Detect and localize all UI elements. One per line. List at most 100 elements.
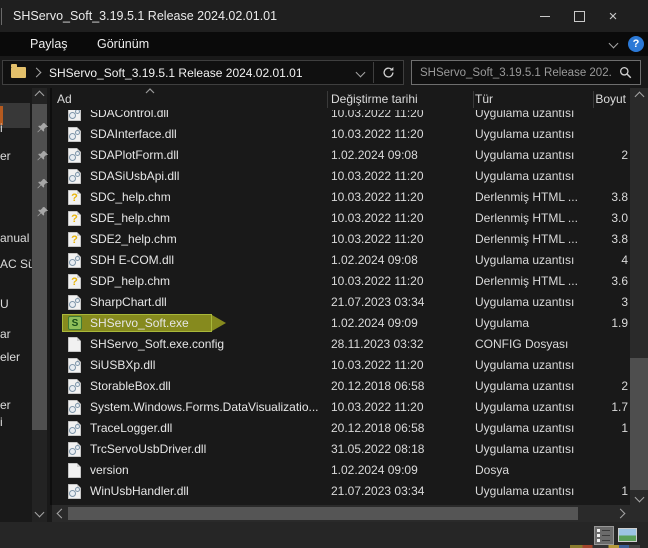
search-input[interactable]: SHServo_Soft_3.19.5.1 Release 202... — [420, 67, 611, 79]
column-header-type[interactable]: Tür — [475, 88, 493, 110]
file-name[interactable]: SDASiUsbApi.dll — [90, 166, 179, 187]
close-button[interactable]: × — [596, 0, 630, 32]
file-row[interactable]: System.Windows.Forms.DataVisualizatio...… — [52, 397, 630, 418]
file-icon — [68, 463, 81, 478]
file-name[interactable]: SDAControl.dll — [90, 110, 169, 124]
file-size: 2 — [621, 376, 628, 397]
file-name[interactable]: SHServo_Soft.exe.config — [90, 334, 224, 355]
file-row[interactable]: SDASiUsbApi.dll10.03.2022 11:20Uygulama … — [52, 166, 630, 187]
nav-selected-item[interactable] — [0, 103, 30, 128]
file-row[interactable]: SiUSBXp.dll10.03.2022 11:20Uygulama uzan… — [52, 355, 630, 376]
file-row[interactable]: SSHServo_Soft.exe1.02.2024 09:09Uygulama… — [52, 313, 630, 334]
pin-icon — [36, 150, 49, 163]
tab-share[interactable]: Paylaş — [30, 32, 68, 56]
toolbar: SHServo_Soft_3.19.5.1 Release 2024.02.01… — [0, 56, 648, 90]
file-type: Uygulama uzantısı — [475, 418, 574, 439]
list-header: Ad Değiştirme tarihi Tür Boyut — [52, 88, 630, 110]
vertical-scrollbar-thumb[interactable] — [630, 358, 648, 490]
file-type: Uygulama uzantısı — [475, 439, 574, 460]
file-name[interactable]: System.Windows.Forms.DataVisualizatio... — [90, 397, 319, 418]
column-header-name[interactable]: Ad — [57, 88, 72, 110]
search-box[interactable]: SHServo_Soft_3.19.5.1 Release 202... — [411, 60, 641, 85]
address-bar[interactable]: SHServo_Soft_3.19.5.1 Release 2024.02.01… — [2, 60, 404, 85]
file-row[interactable]: TraceLogger.dll 20.12.2018 06:58 Uygulama … — [52, 418, 630, 439]
breadcrumb[interactable]: SHServo_Soft_3.19.5.1 Release 2024.02.01… — [49, 66, 353, 80]
sidebar-item-label[interactable]: AC Sü — [0, 257, 35, 271]
file-row[interactable]: version1.02.2024 09:09Dosya — [52, 460, 630, 481]
file-type: Derlenmiş HTML ... — [475, 271, 578, 292]
help-icon[interactable]: ? — [628, 36, 644, 52]
file-type: Derlenmiş HTML ... — [475, 187, 578, 208]
sidebar-item-label[interactable]: eler — [0, 350, 20, 364]
sidebar-item-label[interactable]: U — [0, 297, 9, 311]
sidebar-item-label[interactable]: er — [0, 398, 11, 412]
file-name[interactable]: SDE2_help.chm — [90, 229, 177, 250]
file-row[interactable]: TrcServoUsbDriver.dll31.05.2022 08:18Uyg… — [52, 439, 630, 460]
file-size: 1 — [621, 418, 628, 439]
file-name[interactable]: SharpChart.dll — [90, 292, 167, 313]
file-name[interactable]: SDE_help.chm — [90, 208, 170, 229]
file-row[interactable]: ?SDP_help.chm10.03.2022 11:20Derlenmiş H… — [52, 271, 630, 292]
column-divider[interactable] — [593, 91, 594, 108]
sidebar-item-label[interactable]: ar — [0, 327, 11, 341]
file-row[interactable]: StorableBox.dll20.12.2018 06:58Uygulama … — [52, 376, 630, 397]
chm-help-file-icon: ? — [68, 190, 81, 205]
file-row[interactable]: SDAInterface.dll10.03.2022 11:20Uygulama… — [52, 124, 630, 145]
file-size: 1.7 — [611, 397, 628, 418]
pin-icon — [36, 178, 49, 191]
file-row[interactable]: SDH E-COM.dll1.02.2024 09:08Uygulama uza… — [52, 250, 630, 271]
file-name[interactable]: SDAInterface.dll — [90, 124, 177, 145]
window-edge — [1, 8, 2, 25]
minimize-button[interactable] — [528, 0, 562, 32]
file-row[interactable]: ?SDE_help.chm10.03.2022 11:20Derlenmiş H… — [52, 208, 630, 229]
file-name[interactable]: SDAPlotForm.dll — [90, 145, 179, 166]
file-type: CONFIG Dosyası — [475, 334, 568, 355]
breadcrumb-chevron-icon[interactable] — [32, 68, 42, 78]
file-type: Uygulama uzantısı — [475, 397, 574, 418]
search-icon[interactable] — [619, 66, 632, 79]
file-row[interactable]: WinUsbHandler.dll21.07.2023 03:34Uygulam… — [52, 481, 630, 502]
file-date: 20.12.2018 06:58 — [331, 376, 424, 397]
ribbon-collapse-icon[interactable] — [609, 39, 619, 49]
file-explorer-window: SHServo_Soft_3.19.5.1 Release 2024.02.01… — [0, 0, 648, 548]
column-header-size[interactable]: Boyut — [595, 88, 626, 110]
refresh-icon[interactable] — [382, 66, 395, 79]
thumbnail-view-button[interactable] — [618, 528, 637, 542]
file-size: 4 — [621, 250, 628, 271]
file-name[interactable]: TraceLogger.dll — [90, 418, 172, 439]
sidebar-item-label[interactable]: anual — [0, 231, 29, 245]
folder-icon — [11, 67, 26, 78]
file-row[interactable]: ?SDE2_help.chm10.03.2022 11:20Derlenmiş … — [52, 229, 630, 250]
exe-application-icon: S — [68, 316, 82, 330]
file-name[interactable]: WinUsbHandler.dll — [90, 481, 189, 502]
file-row[interactable]: ? SDC_help.chm 10.03.2022 11:20 Derlenmiş H… — [52, 187, 630, 208]
column-header-date[interactable]: Değiştirme tarihi — [331, 88, 418, 110]
maximize-button[interactable] — [562, 0, 596, 32]
file-row[interactable]: SDAPlotForm.dll1.02.2024 09:08Uygulama u… — [52, 145, 630, 166]
sidebar-item-label[interactable]: i — [0, 415, 3, 429]
file-row[interactable]: SHServo_Soft.exe.config28.11.2023 03:32C… — [52, 334, 630, 355]
file-date: 10.03.2022 11:20 — [331, 187, 424, 208]
file-name[interactable]: SDP_help.chm — [90, 271, 170, 292]
file-type: Derlenmiş HTML ... — [475, 229, 578, 250]
file-date: 20.12.2018 06:58 — [331, 418, 424, 439]
file-name[interactable]: SDH E-COM.dll — [90, 250, 174, 271]
sidebar-item-label[interactable]: er — [0, 149, 11, 163]
file-row[interactable]: SharpChart.dll21.07.2023 03:34Uygulama u… — [52, 292, 630, 313]
horizontal-scrollbar-thumb[interactable] — [68, 507, 578, 520]
tab-view[interactable]: Görünüm — [97, 32, 149, 56]
column-divider[interactable] — [327, 91, 328, 108]
file-name[interactable]: TrcServoUsbDriver.dll — [90, 439, 206, 460]
file-date: 1.02.2024 09:09 — [331, 460, 418, 481]
file-name[interactable]: version — [90, 460, 129, 481]
file-name[interactable]: SDC_help.chm — [90, 187, 171, 208]
column-divider[interactable] — [473, 91, 474, 108]
sidebar-item-label[interactable]: i — [0, 121, 3, 135]
details-view-button[interactable] — [594, 526, 614, 545]
file-name[interactable]: StorableBox.dll — [90, 376, 171, 397]
address-dropdown-icon[interactable] — [356, 68, 366, 78]
file-date: 10.03.2022 11:20 — [331, 271, 424, 292]
file-name[interactable]: SHServo_Soft.exe — [90, 313, 189, 334]
file-row[interactable]: SDAControl.dll10.03.2022 11:20Uygulama u… — [52, 110, 630, 124]
file-name[interactable]: SiUSBXp.dll — [90, 355, 155, 376]
